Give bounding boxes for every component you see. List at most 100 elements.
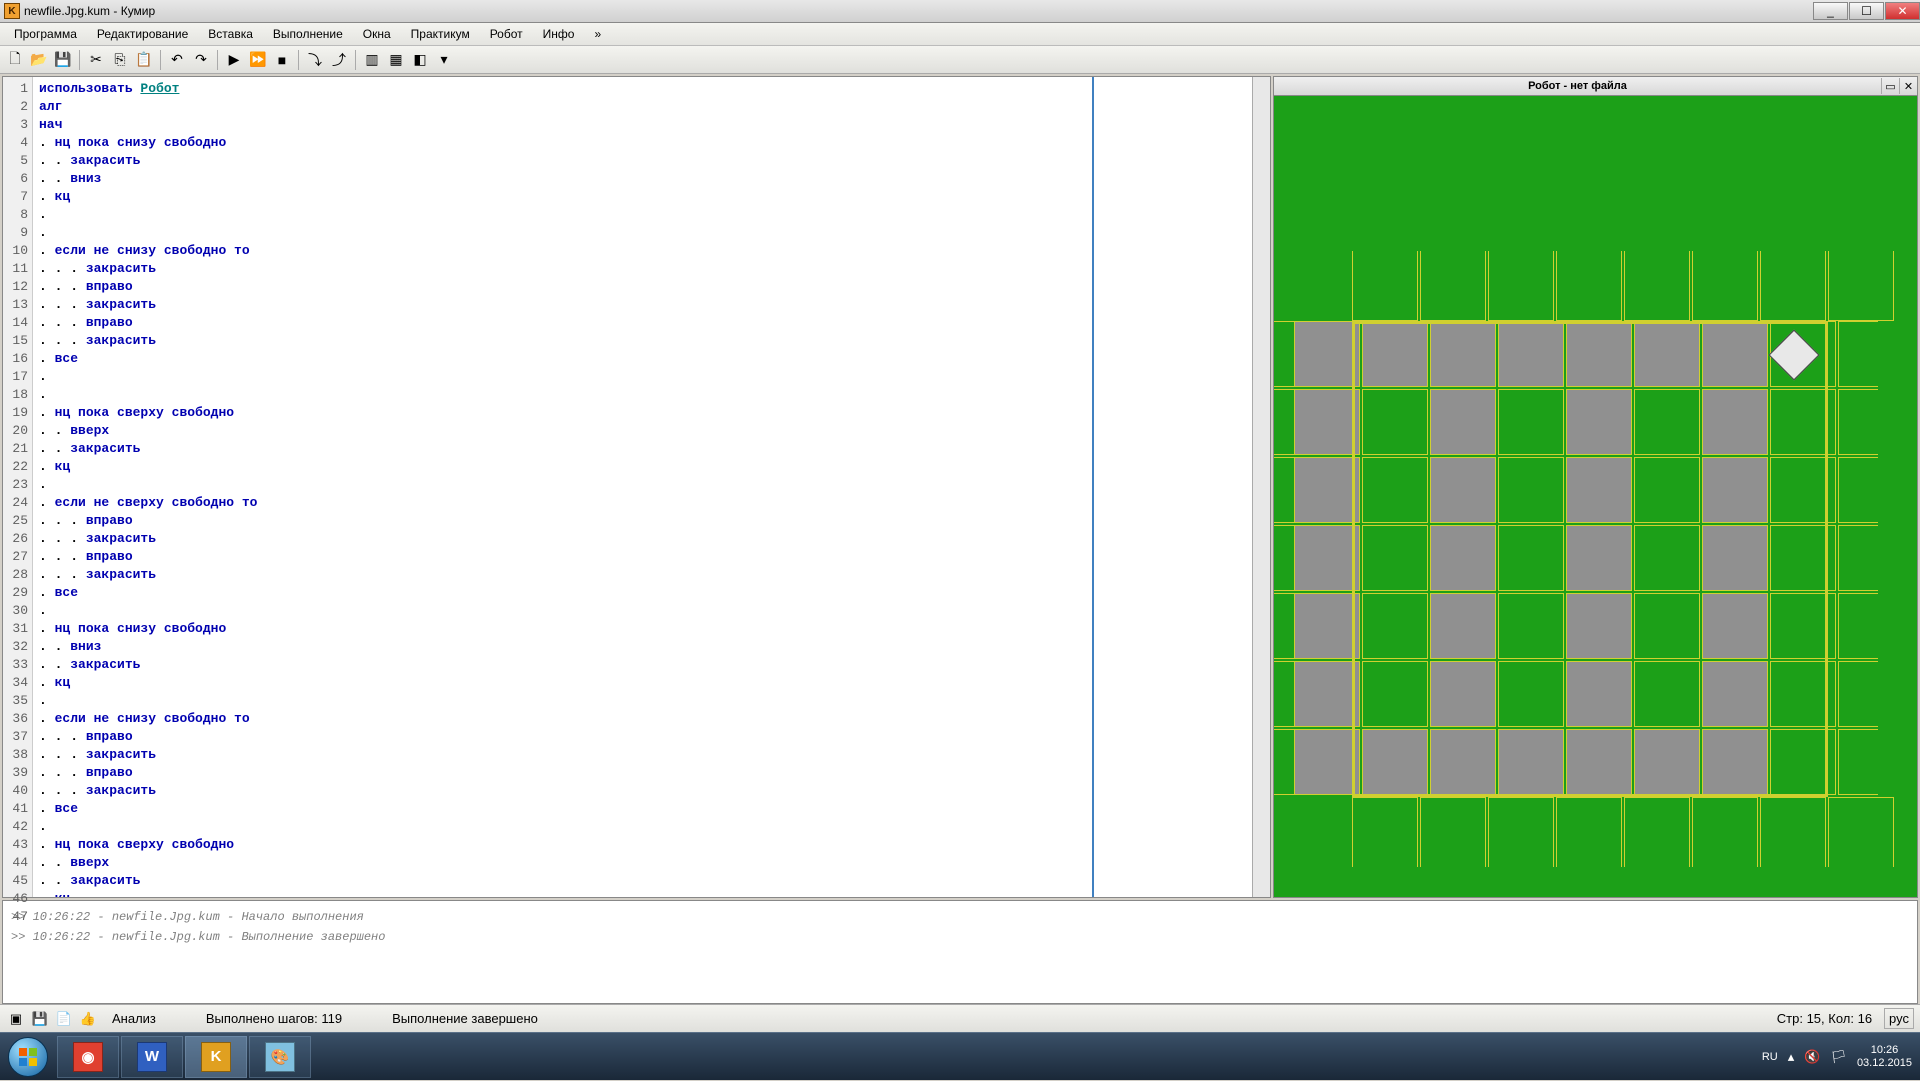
grid-cell bbox=[1352, 797, 1418, 867]
grid-cell bbox=[1828, 797, 1894, 867]
task-kumir-icon: K bbox=[201, 1042, 231, 1072]
window-titlebar: K newfile.Jpg.kum - Кумир _ ☐ ✕ bbox=[0, 0, 1920, 23]
open-file-icon[interactable]: 📂 bbox=[28, 49, 50, 71]
robot-maximize-button[interactable]: ▭ bbox=[1881, 78, 1899, 94]
robot-field[interactable] bbox=[1273, 96, 1918, 898]
robot-panel: Робот - нет файла ▭ ✕ bbox=[1273, 76, 1918, 898]
toolbar-separator bbox=[298, 50, 299, 70]
toolbar-separator bbox=[355, 50, 356, 70]
robot-close-button[interactable]: ✕ bbox=[1899, 78, 1917, 94]
task-kumir[interactable]: K bbox=[185, 1036, 247, 1078]
panel2-icon[interactable]: ▦ bbox=[385, 49, 407, 71]
save-icon[interactable]: 💾 bbox=[52, 49, 74, 71]
grid-cell-painted bbox=[1294, 389, 1360, 455]
grid-cell-painted bbox=[1294, 457, 1360, 523]
toolbar-separator bbox=[160, 50, 161, 70]
taskbar: ◉ W K 🎨 RU ▴ 🔇 🏳 10:26 03.12.2015 bbox=[0, 1032, 1920, 1080]
step-into-icon[interactable]: ⤵ bbox=[304, 49, 326, 71]
menu-»[interactable]: » bbox=[584, 24, 611, 44]
actor-icon[interactable]: ◧ bbox=[409, 49, 431, 71]
grid-cell-painted bbox=[1294, 321, 1360, 387]
task-word-icon: W bbox=[137, 1042, 167, 1072]
input-mode[interactable]: рус bbox=[1884, 1008, 1914, 1029]
close-button[interactable]: ✕ bbox=[1885, 2, 1920, 20]
tray-lang[interactable]: RU bbox=[1762, 1051, 1778, 1063]
grid-cell bbox=[1838, 321, 1878, 387]
cut-icon[interactable]: ✂ bbox=[85, 49, 107, 71]
grid-cell bbox=[1838, 389, 1878, 455]
undo-icon[interactable]: ↶ bbox=[166, 49, 188, 71]
task-chrome[interactable]: ◉ bbox=[57, 1036, 119, 1078]
menu-вставка[interactable]: Вставка bbox=[198, 24, 263, 44]
stop-icon[interactable]: ■ bbox=[271, 49, 293, 71]
editor-scrollbar[interactable] bbox=[1252, 77, 1270, 897]
grid-cell bbox=[1692, 251, 1758, 321]
grid-cell bbox=[1838, 593, 1878, 659]
status-steps: Выполнено шагов: 119 bbox=[206, 1011, 342, 1026]
menu-робот[interactable]: Робот bbox=[480, 24, 533, 44]
status-bar: ▣ 💾 📄 👍 Анализ Выполнено шагов: 119 Выпо… bbox=[0, 1004, 1920, 1032]
dropdown-icon[interactable]: ▾ bbox=[433, 49, 455, 71]
tray-time: 10:26 bbox=[1857, 1044, 1912, 1057]
toolbar-separator bbox=[217, 50, 218, 70]
menu-окна[interactable]: Окна bbox=[353, 24, 401, 44]
run-icon[interactable]: ▶ bbox=[223, 49, 245, 71]
tray-volume-icon[interactable]: 🔇 bbox=[1804, 1049, 1820, 1065]
status-icon-ok[interactable]: 👍 bbox=[78, 1009, 98, 1029]
task-paint-icon: 🎨 bbox=[265, 1042, 295, 1072]
grid-cell bbox=[1838, 457, 1878, 523]
status-icon-doc[interactable]: 📄 bbox=[54, 1009, 74, 1029]
copy-icon[interactable]: ⎘ bbox=[109, 49, 131, 71]
grid-cell bbox=[1556, 251, 1622, 321]
code-area[interactable]: использовать Робот алг нач . нц пока сни… bbox=[33, 77, 1092, 897]
robot-titlebar: Робот - нет файла ▭ ✕ bbox=[1273, 76, 1918, 96]
new-file-icon[interactable]: 🗋 bbox=[4, 49, 26, 71]
paste-icon[interactable]: 📋 bbox=[133, 49, 155, 71]
task-paint[interactable]: 🎨 bbox=[249, 1036, 311, 1078]
output-console[interactable]: >> 10:26:22 - newfile.Jpg.kum - Начало в… bbox=[2, 900, 1918, 1004]
menu-bar: ПрограммаРедактированиеВставкаВыполнение… bbox=[0, 23, 1920, 46]
tray-show-hidden-icon[interactable]: ▴ bbox=[1788, 1049, 1795, 1065]
task-word[interactable]: W bbox=[121, 1036, 183, 1078]
menu-практикум[interactable]: Практикум bbox=[401, 24, 480, 44]
redo-icon[interactable]: ↷ bbox=[190, 49, 212, 71]
status-icon-1[interactable]: ▣ bbox=[6, 1009, 26, 1029]
maximize-button[interactable]: ☐ bbox=[1849, 2, 1884, 20]
panel1-icon[interactable]: ▥ bbox=[361, 49, 383, 71]
grid-cell bbox=[1624, 797, 1690, 867]
system-tray: RU ▴ 🔇 🏳 10:26 03.12.2015 bbox=[1762, 1044, 1920, 1070]
tray-flag-icon[interactable]: 🏳 bbox=[1830, 1049, 1847, 1065]
line-gutter: 1234567891011121314151617181920212223242… bbox=[3, 77, 33, 897]
status-analysis: Анализ bbox=[112, 1011, 156, 1026]
start-button[interactable] bbox=[0, 1033, 56, 1081]
grid-cell-painted bbox=[1294, 525, 1360, 591]
grid-cell-painted bbox=[1294, 729, 1360, 795]
minimize-button[interactable]: _ bbox=[1813, 2, 1848, 20]
grid-cell bbox=[1760, 797, 1826, 867]
step-out-icon[interactable]: ⤴ bbox=[328, 49, 350, 71]
grid-cell bbox=[1838, 525, 1878, 591]
tray-clock[interactable]: 10:26 03.12.2015 bbox=[1857, 1044, 1912, 1070]
menu-редактирование[interactable]: Редактирование bbox=[87, 24, 198, 44]
menu-программа[interactable]: Программа bbox=[4, 24, 87, 44]
grid-cell bbox=[1838, 661, 1878, 727]
grid-cell bbox=[1624, 251, 1690, 321]
code-editor[interactable]: 1234567891011121314151617181920212223242… bbox=[2, 76, 1271, 898]
window-title: newfile.Jpg.kum - Кумир bbox=[24, 4, 155, 18]
menu-инфо[interactable]: Инфо bbox=[533, 24, 585, 44]
grid-cell bbox=[1556, 797, 1622, 867]
grid-cell bbox=[1488, 251, 1554, 321]
grid-cell-painted bbox=[1294, 661, 1360, 727]
grid-cell bbox=[1760, 251, 1826, 321]
step-icon[interactable]: ⏩ bbox=[247, 49, 269, 71]
app-icon: K bbox=[4, 3, 20, 19]
toolbar-separator bbox=[79, 50, 80, 70]
menu-выполнение[interactable]: Выполнение bbox=[263, 24, 353, 44]
grid-cell bbox=[1488, 797, 1554, 867]
status-icon-save[interactable]: 💾 bbox=[30, 1009, 50, 1029]
grid-cell bbox=[1420, 797, 1486, 867]
robot-title: Робот - нет файла bbox=[1274, 80, 1881, 92]
field-wall bbox=[1352, 321, 1828, 797]
task-chrome-icon: ◉ bbox=[73, 1042, 103, 1072]
tray-date: 03.12.2015 bbox=[1857, 1057, 1912, 1070]
